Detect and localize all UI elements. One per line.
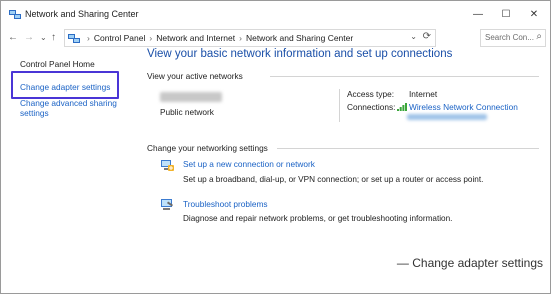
recent-locations-dropdown[interactable]: ⌄ — [40, 31, 47, 45]
refresh-icon[interactable]: ⟳ — [423, 31, 431, 42]
breadcrumb-separator[interactable]: › — [239, 33, 242, 43]
breadcrumb: › Control Panel › Network and Internet › Netw… — [83, 33, 353, 43]
networking-settings-heading: Change your networking settings — [147, 143, 268, 153]
troubleshoot-link[interactable]: Troubleshoot problems — [183, 199, 268, 209]
breadcrumb-network-sharing[interactable]: Network and Sharing Center — [246, 33, 353, 43]
breadcrumb-separator[interactable]: › — [87, 33, 90, 43]
network-name-redacted — [160, 92, 222, 102]
troubleshoot-description: Diagnose and repair network problems, or… — [183, 214, 453, 223]
wifi-signal-icon — [397, 103, 407, 111]
troubleshoot-icon — [161, 199, 174, 210]
vertical-divider — [339, 89, 340, 122]
page-title: View your basic network information and … — [147, 48, 453, 60]
up-button[interactable]: ↑ — [51, 31, 56, 45]
network-center-icon — [9, 10, 21, 19]
close-button[interactable]: ✕ — [520, 6, 548, 24]
screenshot-frame: Network and Sharing Center — ☐ ✕ ← → ⌄ ↑… — [0, 0, 551, 294]
access-type-label: Access type: — [347, 89, 395, 99]
network-category: Public network — [160, 107, 214, 117]
figure-caption: — Change adapter settings — [396, 256, 543, 270]
maximize-button[interactable]: ☐ — [492, 6, 520, 24]
title-bar: Network and Sharing Center — ☐ ✕ — [2, 2, 549, 28]
search-icon[interactable]: ⌕ — [536, 31, 542, 42]
active-networks-heading: View your active networks — [147, 71, 243, 81]
control-panel-icon — [68, 34, 80, 43]
access-type-value: Internet — [409, 89, 438, 99]
breadcrumb-control-panel[interactable]: Control Panel — [94, 33, 146, 43]
control-panel-home-link[interactable]: Control Panel Home — [20, 59, 95, 69]
setup-connection-link[interactable]: Set up a new connection or network — [183, 159, 315, 169]
address-dropdown-icon[interactable]: ⌄ — [410, 32, 417, 41]
navigation-bar: ← → ⌄ ↑ › Control Panel › Network and Inter… — [2, 28, 549, 50]
change-adapter-settings-link[interactable]: Change adapter settings — [20, 82, 110, 92]
forward-button[interactable]: → — [24, 31, 34, 45]
wireless-connection-link[interactable]: Wireless Network Connection — [409, 102, 518, 112]
change-advanced-sharing-link[interactable]: Change advanced sharing settings — [20, 98, 120, 118]
address-bar[interactable]: › Control Panel › Network and Internet › Netw… — [64, 29, 436, 47]
search-placeholder: Search Con... — [485, 33, 534, 42]
setup-connection-description: Set up a broadband, dial-up, or VPN conn… — [183, 175, 484, 184]
breadcrumb-network-internet[interactable]: Network and Internet — [156, 33, 235, 43]
breadcrumb-separator[interactable]: › — [149, 33, 152, 43]
new-connection-icon — [161, 160, 174, 171]
back-button[interactable]: ← — [8, 31, 18, 45]
section-divider — [270, 76, 539, 77]
window-title: Network and Sharing Center — [25, 9, 139, 19]
network-sharing-window: Network and Sharing Center — ☐ ✕ ← → ⌄ ↑… — [2, 2, 549, 242]
search-input[interactable]: Search Con... ⌕ — [480, 29, 546, 47]
minimize-button[interactable]: — — [464, 6, 492, 24]
section-divider — [277, 148, 539, 149]
connection-detail-redacted — [407, 114, 487, 120]
connections-label: Connections: — [347, 102, 396, 112]
